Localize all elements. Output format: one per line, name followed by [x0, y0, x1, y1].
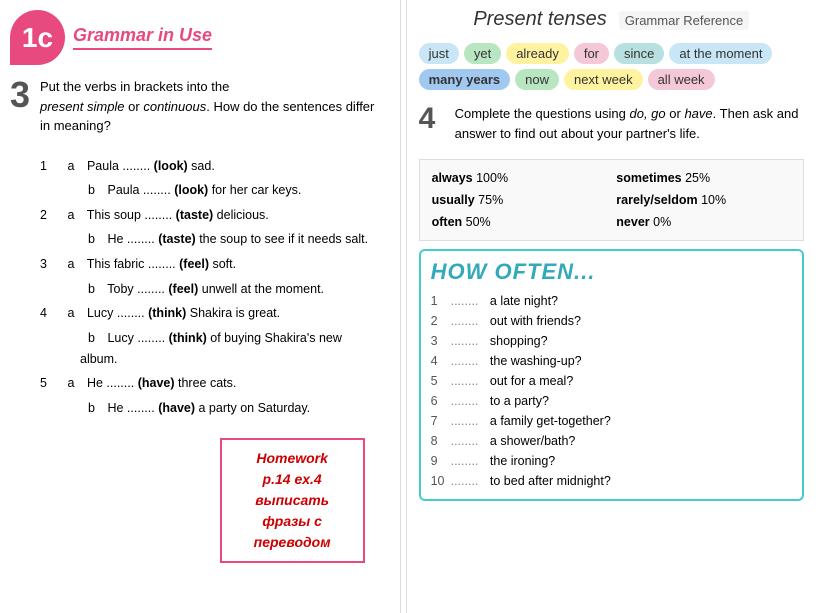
- list-item: 1 a Paula ........ (look) sad.: [40, 156, 380, 177]
- tag-yet: yet: [464, 43, 501, 64]
- badge-subtitle: Grammar in Use: [73, 25, 212, 50]
- freq-rarely: rarely/seldom 10%: [616, 190, 791, 210]
- list-item: b Paula ........ (look) for her car keys…: [80, 180, 380, 201]
- list-item: 5........ out for a meal?: [431, 371, 792, 391]
- freq-never: never 0%: [616, 212, 791, 232]
- left-panel: 1c Grammar in Use 3 Put the verbs in bra…: [0, 0, 395, 613]
- badge-circle: 1c: [10, 10, 65, 65]
- tag-at-the-moment: at the moment: [669, 43, 772, 64]
- tag-since: since: [614, 43, 664, 64]
- list-item: 5 a He ........ (have) three cats.: [40, 373, 380, 394]
- homework-box: Homework p.14 ex.4 выписать фразы с пере…: [220, 438, 365, 563]
- list-item: 8........ a shower/bath?: [431, 431, 792, 451]
- list-item: 2........ out with friends?: [431, 311, 792, 331]
- badge-letter: 1c: [22, 22, 53, 54]
- list-item: 4 a Lucy ........ (think) Shakira is gre…: [40, 303, 380, 324]
- tag-just: just: [419, 43, 459, 64]
- panel-divider: [400, 0, 401, 613]
- list-item: 1........ a late night?: [431, 291, 792, 311]
- section3-number: 3: [10, 77, 30, 113]
- list-item: 2 a This soup ........ (taste) delicious…: [40, 205, 380, 226]
- freq-usually: usually 75%: [432, 190, 607, 210]
- tag-now: now: [515, 69, 559, 90]
- tag-next-week: next week: [564, 69, 643, 90]
- section4-number: 4: [419, 104, 436, 134]
- section3-em1: present simple: [40, 99, 125, 114]
- tag-many-years: many years: [419, 69, 511, 90]
- list-item: 6........ to a party?: [431, 391, 792, 411]
- homework-line5: переводом: [234, 532, 351, 553]
- section3-mid: or: [125, 99, 144, 114]
- list-item: 7........ a family get-together?: [431, 411, 792, 431]
- tag-already: already: [506, 43, 569, 64]
- how-often-box: HOW OFTEN... 1........ a late night? 2..…: [419, 249, 804, 501]
- homework-line1: Homework: [234, 448, 351, 469]
- section3-em2: continuous: [143, 99, 206, 114]
- homework-line3: выписать: [234, 490, 351, 511]
- freq-often: often 50%: [432, 212, 607, 232]
- tense-tags: just yet already for since at the moment…: [419, 39, 804, 94]
- tag-for: for: [574, 43, 609, 64]
- homework-line4: фразы с: [234, 511, 351, 532]
- section4-title: Complete the questions using do, go or h…: [455, 104, 804, 143]
- list-item: 9........ the ironing?: [431, 451, 792, 471]
- list-item: b Lucy ........ (think) of buying Shakir…: [80, 328, 380, 369]
- freq-always: always 100%: [432, 168, 607, 188]
- section3-title: Put the verbs in brackets into the prese…: [40, 77, 380, 136]
- list-item: 4........ the washing-up?: [431, 351, 792, 371]
- exercise-list: 1 a Paula ........ (look) sad. b Paula .…: [40, 156, 380, 419]
- list-item: b Toby ........ (feel) unwell at the mom…: [80, 279, 380, 300]
- right-panel: Present tenses Grammar Reference just ye…: [406, 0, 816, 613]
- freq-sometimes: sometimes 25%: [616, 168, 791, 188]
- list-item: 3 a This fabric ........ (feel) soft.: [40, 254, 380, 275]
- header-badge: 1c Grammar in Use: [10, 10, 380, 65]
- tag-all-week: all week: [648, 69, 715, 90]
- section3-intro: Put the verbs in brackets into the: [40, 79, 229, 94]
- list-item: b He ........ (have) a party on Saturday…: [80, 398, 380, 419]
- list-item: 3........ shopping?: [431, 331, 792, 351]
- present-tenses-title: Present tenses: [473, 8, 606, 31]
- how-often-list: 1........ a late night? 2........ out wi…: [431, 291, 792, 491]
- frequency-grid: always 100% sometimes 25% usually 75% ra…: [419, 159, 804, 241]
- right-header: Present tenses Grammar Reference: [419, 8, 804, 31]
- homework-line2: p.14 ex.4: [234, 469, 351, 490]
- grammar-reference-label: Grammar Reference: [619, 11, 749, 30]
- how-often-title: HOW OFTEN...: [431, 259, 792, 285]
- list-item: 10........ to bed after midnight?: [431, 471, 792, 491]
- list-item: b He ........ (taste) the soup to see if…: [80, 229, 380, 250]
